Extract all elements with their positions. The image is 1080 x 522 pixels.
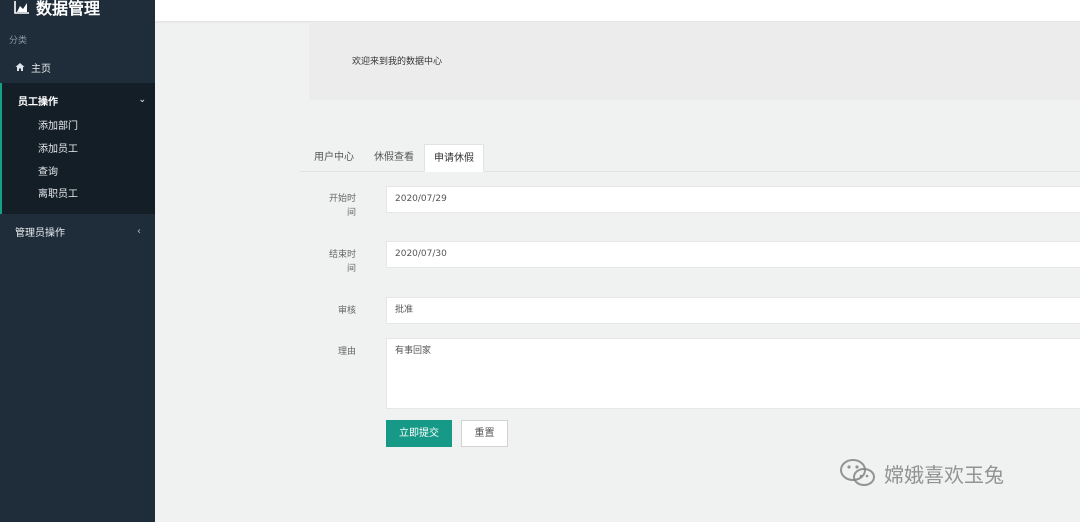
sidebar-item-add-employee[interactable]: 添加员工 <box>38 143 78 157</box>
sidebar-item-label: 管理员操作 <box>15 227 65 239</box>
submit-button[interactable]: 立即提交 <box>386 420 452 447</box>
wechat-icon <box>838 456 878 490</box>
reset-button[interactable]: 重置 <box>461 420 508 447</box>
start-time-label: 开始时 间 <box>296 192 356 220</box>
end-time-label: 结束时 间 <box>296 248 356 276</box>
brand-title: 数据管理 <box>36 0 101 18</box>
chevron-down-icon: ⌄ <box>138 95 146 105</box>
sidebar-group-label: 员工操作 <box>18 96 58 108</box>
tab-bar: 用户中心 休假查看 申请休假 <box>300 144 1080 172</box>
watermark-text: 嫦娥喜欢玉兔 <box>884 462 1004 487</box>
area-chart-icon <box>14 0 30 14</box>
review-label: 审核 <box>337 306 356 316</box>
welcome-banner: 欢迎来到我的数据中心 <box>309 22 1080 100</box>
tab-user-center[interactable]: 用户中心 <box>304 144 364 172</box>
reason-textarea[interactable]: 有事回家 <box>386 338 1080 409</box>
sidebar-group-employee: 员工操作 ⌄ 添加部门 添加员工 查询 离职员工 <box>0 83 155 214</box>
tab-leave-view[interactable]: 休假查看 <box>364 144 424 172</box>
tab-apply-leave[interactable]: 申请休假 <box>424 144 484 172</box>
sidebar-item-query[interactable]: 查询 <box>38 166 58 180</box>
sidebar-group-toggle[interactable]: 员工操作 ⌄ <box>18 92 146 108</box>
sidebar-item-label: 主页 <box>31 63 51 75</box>
sidebar-item-resigned[interactable]: 离职员工 <box>38 188 78 202</box>
welcome-text: 欢迎来到我的数据中心 <box>352 57 443 67</box>
sidebar-item-admin[interactable]: 管理员操作 ‹ <box>0 222 155 240</box>
watermark: 嫦娥喜欢玉兔 <box>838 455 1004 491</box>
label-line: 开始时 <box>328 194 356 204</box>
end-time-field[interactable]: 2020/07/30 <box>386 241 1080 268</box>
sidebar: 数据管理 分类 主页 员工操作 ⌄ 添加部门 添加员工 查询 离职员工 管理员操… <box>0 0 155 522</box>
label-line: 间 <box>346 264 356 274</box>
label-line: 间 <box>346 208 356 218</box>
home-icon <box>15 62 25 72</box>
chevron-left-icon: ‹ <box>137 225 141 237</box>
brand[interactable]: 数据管理 <box>14 0 100 20</box>
top-bar <box>155 0 1080 21</box>
start-time-field[interactable]: 2020/07/29 <box>386 186 1080 213</box>
reason-label: 理由 <box>337 347 356 357</box>
label-line: 结束时 <box>328 250 356 260</box>
review-field[interactable]: 批准 <box>386 297 1080 324</box>
category-label: 分类 <box>9 36 28 46</box>
sidebar-item-add-department[interactable]: 添加部门 <box>38 120 78 134</box>
sidebar-item-home[interactable]: 主页 <box>0 58 155 76</box>
